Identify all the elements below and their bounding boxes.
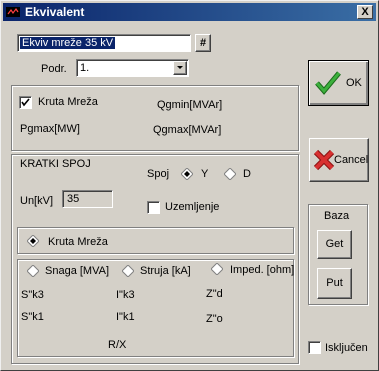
sk3-label: S"k3 <box>21 289 44 301</box>
qgmax-label: Qgmax[MVAr] <box>153 124 222 136</box>
iskljucen-checkbox[interactable] <box>308 341 321 354</box>
spoj-y-radio[interactable] <box>181 168 193 180</box>
zo-label: Z"o <box>206 313 223 325</box>
snaga-label: Snaga [MVA] <box>45 265 109 277</box>
ok-button[interactable]: OK <box>308 60 369 106</box>
podr-dropdown-button[interactable] <box>173 61 187 75</box>
spoj-y-label: Y <box>201 168 209 180</box>
baza-title: Baza <box>324 210 350 222</box>
spoj-label: Spoj <box>147 168 170 180</box>
checkmark-icon <box>21 98 30 107</box>
sk1-label: S"k1 <box>21 311 44 323</box>
rx-label: R/X <box>108 339 127 351</box>
generator-group <box>11 85 299 151</box>
struja-label: Struja [kA] <box>140 265 191 277</box>
uzemljenje-checkbox[interactable] <box>147 201 160 214</box>
kruta-mreza-label: Kruta Mreža <box>48 236 108 248</box>
hash-button[interactable]: # <box>195 34 211 52</box>
pgmax-label: Pgmax[MW] <box>20 123 80 135</box>
kratki-spoj-title: KRATKI SPOJ <box>20 158 91 170</box>
podr-label: Podr. <box>41 63 67 75</box>
cancel-button[interactable]: Cancel <box>309 138 369 182</box>
snaga-radio[interactable] <box>27 265 39 277</box>
name-input-selection: Ekviv mreže 35 kV <box>20 37 116 49</box>
app-icon[interactable] <box>5 5 21 19</box>
ok-label: OK <box>346 77 362 89</box>
spoj-d-label: D <box>243 168 251 180</box>
uzemljenje-label: Uzemljenje <box>165 201 220 213</box>
zd-label: Z"d <box>206 288 223 300</box>
title-bar[interactable]: Ekvivalent X <box>3 3 376 21</box>
name-input[interactable]: Ekviv mreže 35 kV <box>17 34 191 52</box>
qgmin-label: Qgmin[MVAr] <box>157 99 223 111</box>
ik3-label: I"k3 <box>116 289 135 301</box>
close-icon: X <box>361 6 369 18</box>
un-value: 35 <box>67 193 80 205</box>
checkmark-icon <box>315 71 341 95</box>
dialog-window: Ekvivalent X Ekviv mreže 35 kV # Podr. 1… <box>0 0 379 371</box>
close-button[interactable]: X <box>357 5 373 19</box>
podr-select[interactable]: 1. <box>76 59 189 77</box>
chevron-down-icon <box>177 66 183 69</box>
un-input[interactable]: 35 <box>62 190 113 208</box>
imped-radio[interactable] <box>211 263 223 275</box>
kruta-mreza-radio[interactable] <box>27 235 39 247</box>
cancel-x-icon <box>313 149 335 171</box>
kruta-mreza-top-checkbox[interactable] <box>19 96 32 109</box>
struja-radio[interactable] <box>122 265 134 277</box>
un-label: Un[kV] <box>20 195 54 207</box>
get-button[interactable]: Get <box>317 230 352 259</box>
imped-label: Imped. [ohm] <box>230 264 295 276</box>
ik1-label: I"k1 <box>116 311 135 323</box>
spoj-d-radio[interactable] <box>224 168 236 180</box>
window-title: Ekvivalent <box>25 5 85 19</box>
cancel-label: Cancel <box>334 154 369 166</box>
kruta-mreza-top-label: Kruta Mreža <box>38 96 98 108</box>
put-button[interactable]: Put <box>317 268 352 299</box>
podr-select-value: 1. <box>80 62 90 74</box>
iskljucen-label: Isključen <box>325 342 368 354</box>
